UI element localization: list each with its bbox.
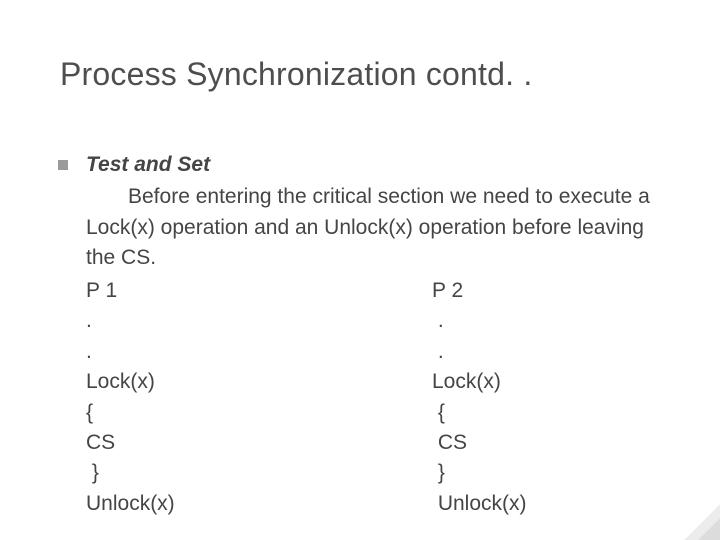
code-line: Unlock(x) — [86, 489, 426, 519]
code-line: . — [86, 306, 426, 336]
code-line: } — [86, 458, 426, 488]
page-curl-icon — [684, 504, 720, 540]
code-line: { — [86, 398, 426, 428]
square-bullet-icon — [58, 160, 68, 170]
column-p2: P 2 . . Lock(x) { CS } Unlock(x) — [426, 276, 670, 520]
col-header: P 1 — [86, 276, 426, 306]
bullet-item: Test and Set Before entering the critica… — [58, 150, 670, 519]
description: Before entering the critical section we … — [86, 182, 670, 273]
slide-title: Process Synchronization contd. . — [60, 56, 532, 93]
code-line: Lock(x) — [432, 367, 670, 397]
column-p1: P 1 . . Lock(x) { CS } Unlock(x) — [86, 276, 426, 520]
slide-body: Test and Set Before entering the critica… — [58, 150, 670, 519]
code-line: Lock(x) — [86, 367, 426, 397]
col-header: P 2 — [432, 276, 670, 306]
code-line: . — [86, 337, 426, 367]
code-line: CS — [86, 428, 426, 458]
code-line: { — [432, 398, 670, 428]
code-line: . — [432, 306, 670, 336]
code-line: . — [432, 337, 670, 367]
two-column-code: P 1 . . Lock(x) { CS } Unlock(x) P 2 . .… — [86, 276, 670, 520]
code-line: Unlock(x) — [432, 489, 670, 519]
code-line: CS — [432, 428, 670, 458]
description-text: Before entering the critical section we … — [86, 185, 650, 269]
subheading: Test and Set — [86, 150, 670, 180]
bullet-content: Test and Set Before entering the critica… — [86, 150, 670, 519]
code-line: } — [432, 458, 670, 488]
slide: Process Synchronization contd. . Test an… — [0, 0, 720, 540]
